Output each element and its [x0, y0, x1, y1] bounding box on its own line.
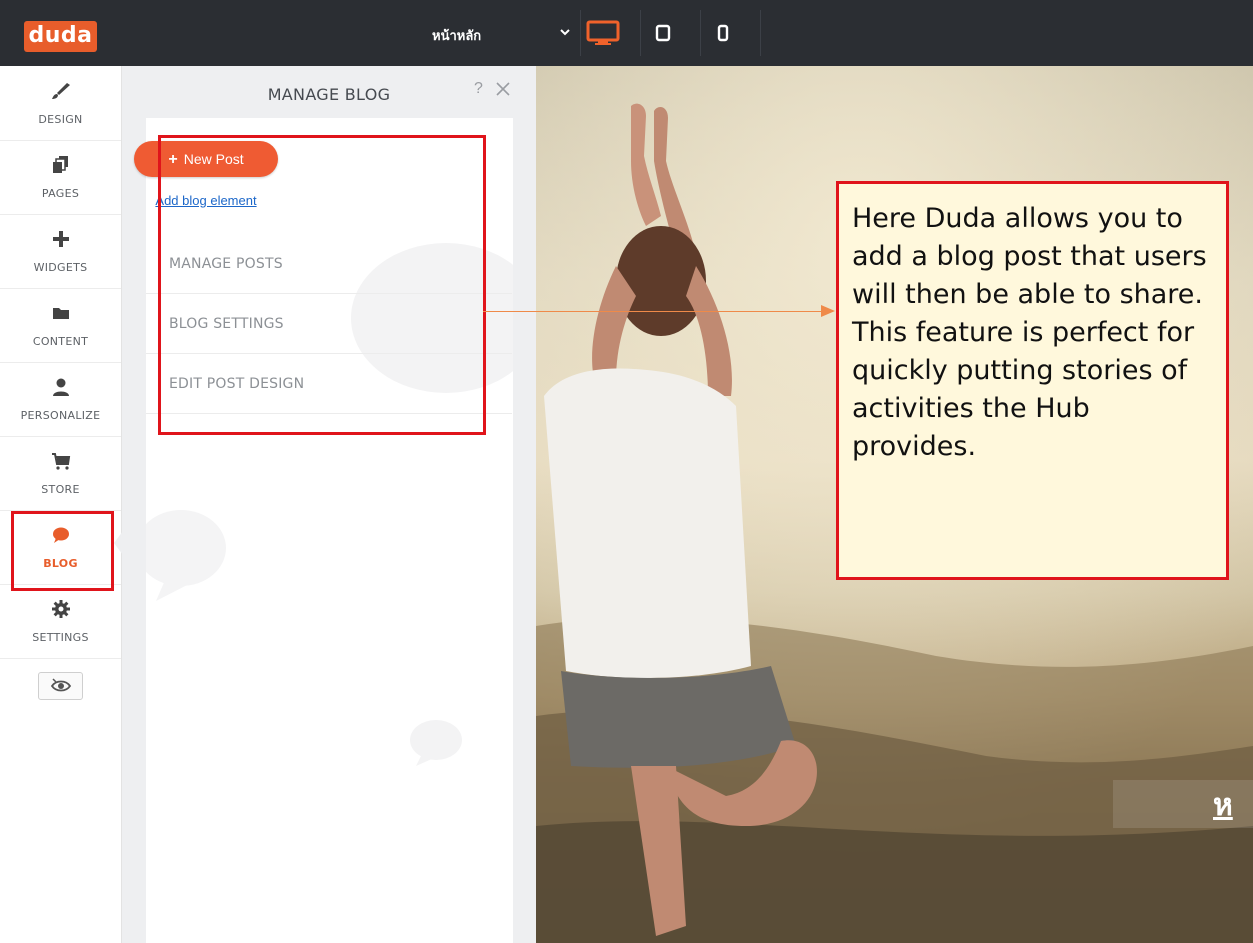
chevron-down-icon	[560, 29, 570, 36]
device-desktop-button[interactable]	[580, 10, 625, 56]
callout-arrow-line	[483, 311, 833, 312]
pages-icon	[52, 156, 68, 173]
page-selector[interactable]: หน้าหลัก	[420, 10, 580, 56]
device-mobile-button[interactable]	[700, 10, 745, 56]
hero-caption-text: ห	[1213, 789, 1233, 822]
close-icon[interactable]	[494, 80, 512, 98]
callout-annotation: Here Duda allows you to add a blog post …	[836, 181, 1229, 580]
sidebar-item-label: SETTINGS	[32, 631, 89, 644]
sidebar-item-design[interactable]: DESIGN	[0, 66, 121, 141]
left-sidebar: DESIGN PAGES WIDGETS CONTENT PERSONALIZE	[0, 66, 122, 943]
decorative-bubble-icon	[146, 510, 226, 601]
preview-toggle-button[interactable]	[38, 672, 83, 700]
sidebar-item-store[interactable]: STORE	[0, 436, 121, 511]
page-selector-value: หน้าหลัก	[432, 28, 482, 43]
panel-pointer	[114, 527, 126, 559]
person-icon	[52, 378, 69, 396]
eye-icon	[50, 678, 72, 692]
help-icon[interactable]: ?	[474, 80, 483, 98]
top-bar: duda หน้าหลัก	[0, 0, 1253, 66]
sidebar-item-content[interactable]: CONTENT	[0, 288, 121, 363]
sidebar-item-personalize[interactable]: PERSONALIZE	[0, 362, 121, 437]
callout-arrow-head	[821, 305, 835, 317]
blog-panel-highlight	[158, 135, 486, 435]
plus-icon	[52, 231, 69, 247]
sidebar-item-widgets[interactable]: WIDGETS	[0, 214, 121, 289]
sidebar-item-settings[interactable]: SETTINGS	[0, 584, 121, 659]
sidebar-item-label: PERSONALIZE	[20, 409, 101, 422]
gear-icon	[51, 600, 70, 618]
sidebar-item-label: DESIGN	[38, 113, 83, 126]
sidebar-item-label: STORE	[41, 483, 80, 496]
cart-icon	[51, 453, 70, 470]
desktop-icon	[586, 20, 620, 45]
sidebar-item-label: CONTENT	[32, 335, 89, 348]
sidebar-item-pages[interactable]: PAGES	[0, 140, 121, 215]
duda-logo[interactable]: duda	[24, 21, 97, 52]
decorative-bubble-icon	[410, 720, 462, 766]
toolbar-divider	[760, 10, 761, 56]
sidebar-item-label: WIDGETS	[33, 261, 88, 274]
sidebar-item-label: PAGES	[41, 187, 80, 200]
mobile-icon	[717, 24, 729, 42]
blog-nav-highlight	[11, 511, 114, 591]
folder-icon	[52, 308, 69, 319]
tablet-icon	[655, 24, 671, 42]
device-tablet-button[interactable]	[640, 10, 685, 56]
brush-icon	[51, 83, 70, 99]
